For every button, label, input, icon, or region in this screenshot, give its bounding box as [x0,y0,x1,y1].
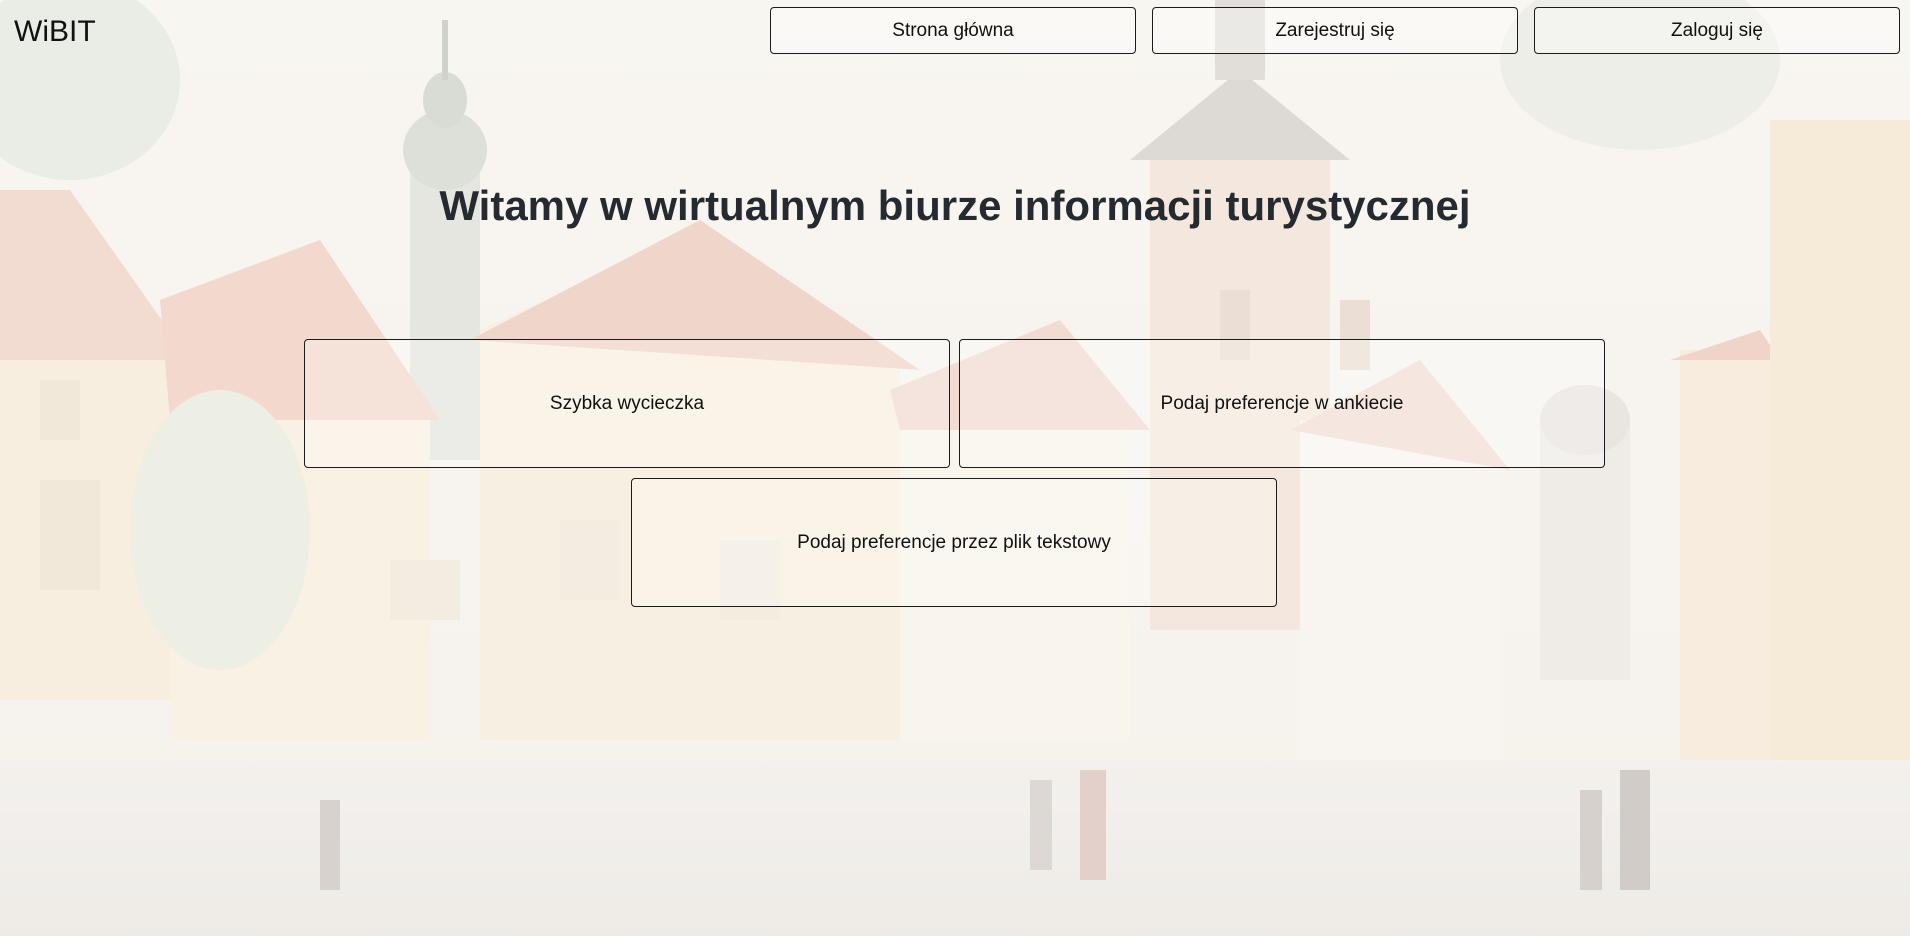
register-button[interactable]: Zarejestruj się [1152,7,1518,54]
survey-preferences-button[interactable]: Podaj preferencje w ankiecie [959,339,1605,468]
home-button[interactable]: Strona główna [770,7,1136,54]
page: WiBIT Strona główna Zarejestruj się Zalo… [0,0,1910,936]
top-nav: Strona główna Zarejestruj się Zaloguj si… [770,7,1900,54]
brand-logo[interactable]: WiBIT [14,12,96,52]
login-button[interactable]: Zaloguj się [1534,7,1900,54]
quick-trip-button[interactable]: Szybka wycieczka [304,339,950,468]
page-title: Witamy w wirtualnym biurze informacji tu… [439,182,1471,229]
text-file-preferences-button[interactable]: Podaj preferencje przez plik tekstowy [631,478,1277,607]
